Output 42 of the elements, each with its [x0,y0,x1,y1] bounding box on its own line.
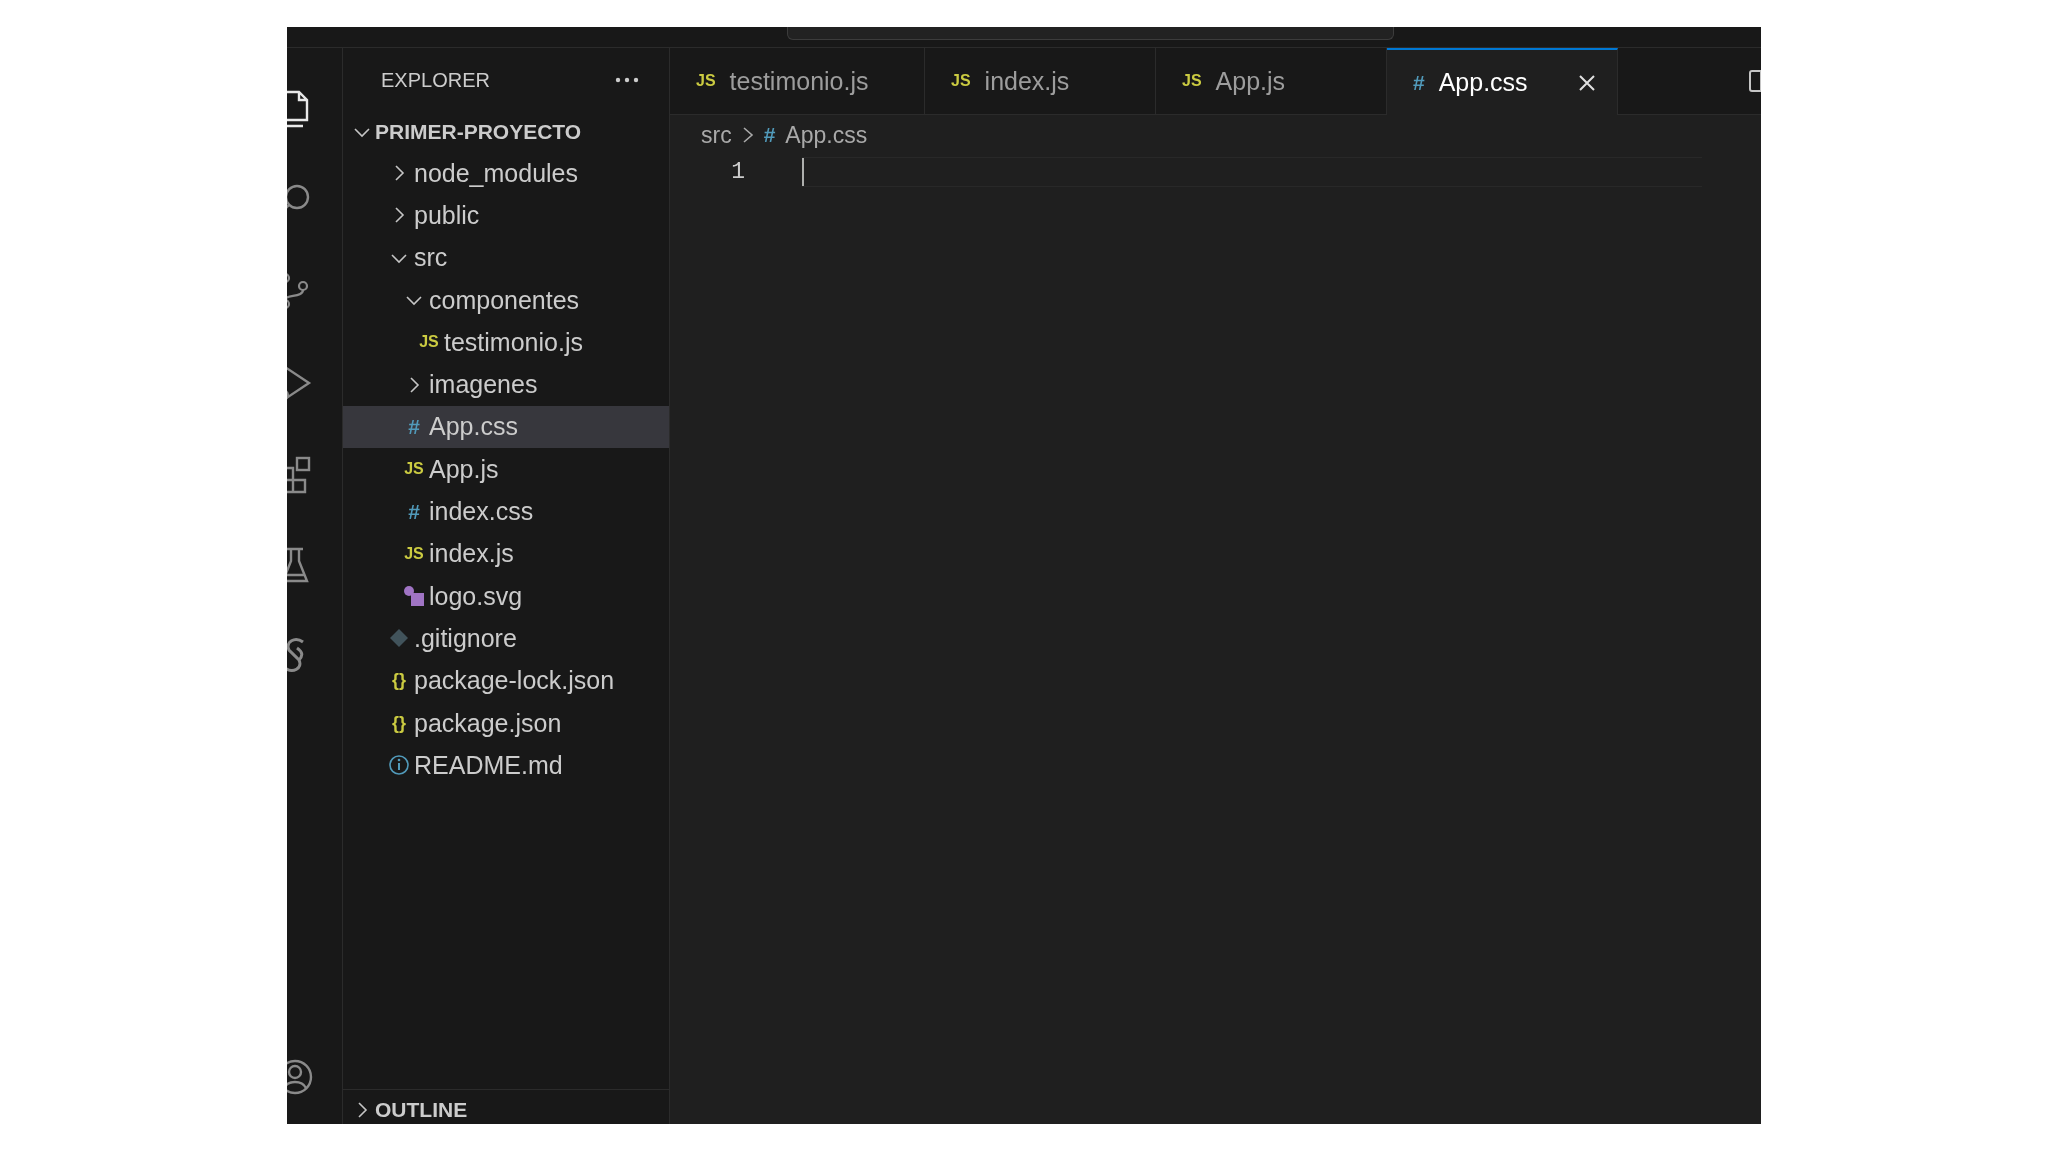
line-number: 1 [730,159,746,185]
file-item[interactable]: logo.svg [343,574,669,618]
folder-item[interactable]: imagenes [343,363,669,406]
folder-item[interactable]: node_modules [343,152,669,195]
outline-header[interactable]: OUTLINE [343,1090,669,1122]
diamond-icon [388,627,410,650]
editor-tab[interactable]: # App.css [1387,48,1618,115]
file-item[interactable]: {} package.json [343,701,669,745]
file-item[interactable]: # App.css [343,405,669,449]
folder-item[interactable]: componentes [343,278,669,322]
css-file-icon: # [408,499,420,524]
folder-header[interactable]: PRIMER-PROYECTO [343,112,669,152]
file-item[interactable]: # index.css [343,490,669,533]
editor-tab[interactable]: JS index.js [925,48,1156,114]
css-file-icon: # [763,123,776,147]
editor-tab[interactable]: JS testimonio.js [670,48,925,114]
more-icon[interactable] [615,77,639,83]
js-file-icon: JS [404,544,424,563]
file-item[interactable]: JS App.js [343,448,669,491]
file-item[interactable]: .gitignore [343,617,669,660]
css-file-icon: # [1413,70,1425,95]
folder-item[interactable]: src [343,236,669,279]
json-file-icon: {} [392,712,406,734]
image-file-icon [403,585,425,608]
breadcrumb-item[interactable]: # App.css [763,121,868,149]
text-cursor [802,158,804,186]
info-icon [388,754,410,777]
json-file-icon: {} [392,670,406,692]
file-item[interactable]: README.md [343,744,669,787]
sidebar-title: EXPLORER [381,68,490,92]
js-file-icon: JS [404,460,424,479]
file-item[interactable]: {} package-lock.json [343,659,669,702]
js-file-icon: JS [696,72,716,90]
js-file-icon: JS [951,72,971,90]
css-file-icon: # [408,414,420,439]
file-item[interactable]: JS index.js [343,532,669,575]
folder-item[interactable]: public [343,194,669,237]
file-item[interactable]: JS testimonio.js [343,321,669,364]
js-file-icon: JS [1182,72,1202,90]
close-icon[interactable] [1577,72,1597,93]
js-file-icon: JS [419,333,439,352]
breadcrumb-item[interactable]: src [701,121,732,149]
